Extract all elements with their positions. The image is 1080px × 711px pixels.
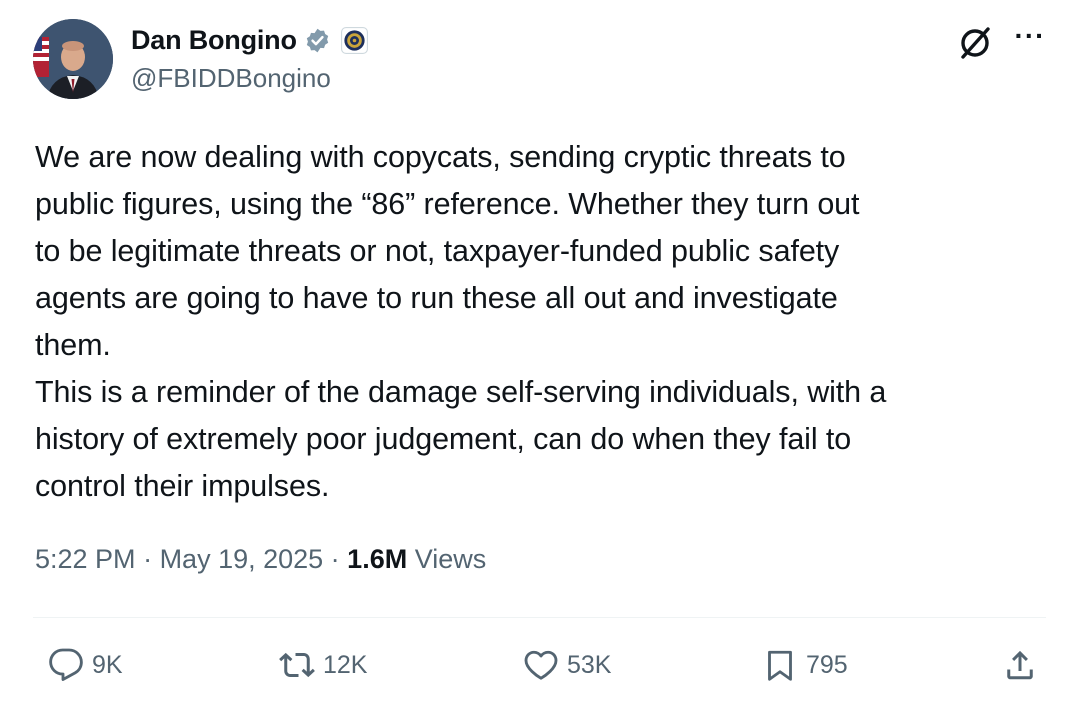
tweet-line: We are now dealing with copycats, sendin… [35, 140, 846, 174]
more-options-button[interactable]: ··· [1010, 22, 1050, 56]
tweet-line: agents are going to have to run these al… [35, 281, 838, 315]
display-name[interactable]: Dan Bongino [131, 25, 297, 56]
share-icon [1007, 650, 1033, 680]
grok-button[interactable] [955, 23, 995, 63]
author-handle[interactable]: @FBIDDBongino [131, 63, 331, 94]
tweet-meta: 5:22 PM · May 19, 2025 · 1.6M Views [35, 544, 486, 575]
repost-count: 12K [323, 650, 368, 679]
like-count: 53K [567, 650, 612, 679]
views-count: 1.6M [347, 544, 408, 574]
tweet-time[interactable]: 5:22 PM [35, 544, 136, 574]
tweet-line: to be legitimate threats or not, taxpaye… [35, 234, 840, 268]
tweet-line: them. [35, 328, 111, 362]
views-label: Views [414, 544, 487, 574]
share-button[interactable] [1002, 640, 1038, 690]
bookmark-count: 795 [806, 650, 848, 679]
repost-icon [279, 652, 315, 678]
tweet-line: This is a reminder of the damage self-se… [35, 375, 887, 409]
divider [33, 617, 1046, 618]
meta-separator: · [135, 544, 160, 574]
repost-button[interactable]: 12K [279, 640, 367, 690]
avatar-image [33, 19, 113, 99]
tweet-line: history of extremely poor judgement, can… [35, 422, 852, 456]
author-name-row: Dan Bongino [131, 22, 368, 58]
verified-badge-icon[interactable] [304, 27, 331, 54]
reply-count: 9K [92, 650, 123, 679]
action-bar: 9K 12K 53K 795 [0, 640, 1080, 690]
meta-separator: · [323, 544, 348, 574]
tweet-text: We are now dealing with copycats, sendin… [35, 134, 1045, 510]
grok-icon [961, 27, 990, 59]
tweet-line: control their impulses. [35, 469, 330, 503]
heart-icon [524, 650, 558, 680]
avatar[interactable] [33, 19, 113, 99]
bookmark-icon [768, 650, 792, 681]
reply-button[interactable]: 9K [48, 640, 123, 690]
like-button[interactable]: 53K [523, 640, 611, 690]
fbi-seal-icon[interactable] [340, 26, 368, 54]
reply-icon [49, 648, 83, 681]
tweet-date[interactable]: May 19, 2025 [160, 544, 324, 574]
bookmark-button[interactable]: 795 [762, 640, 848, 690]
tweet-line: public figures, using the “86” reference… [35, 187, 860, 221]
